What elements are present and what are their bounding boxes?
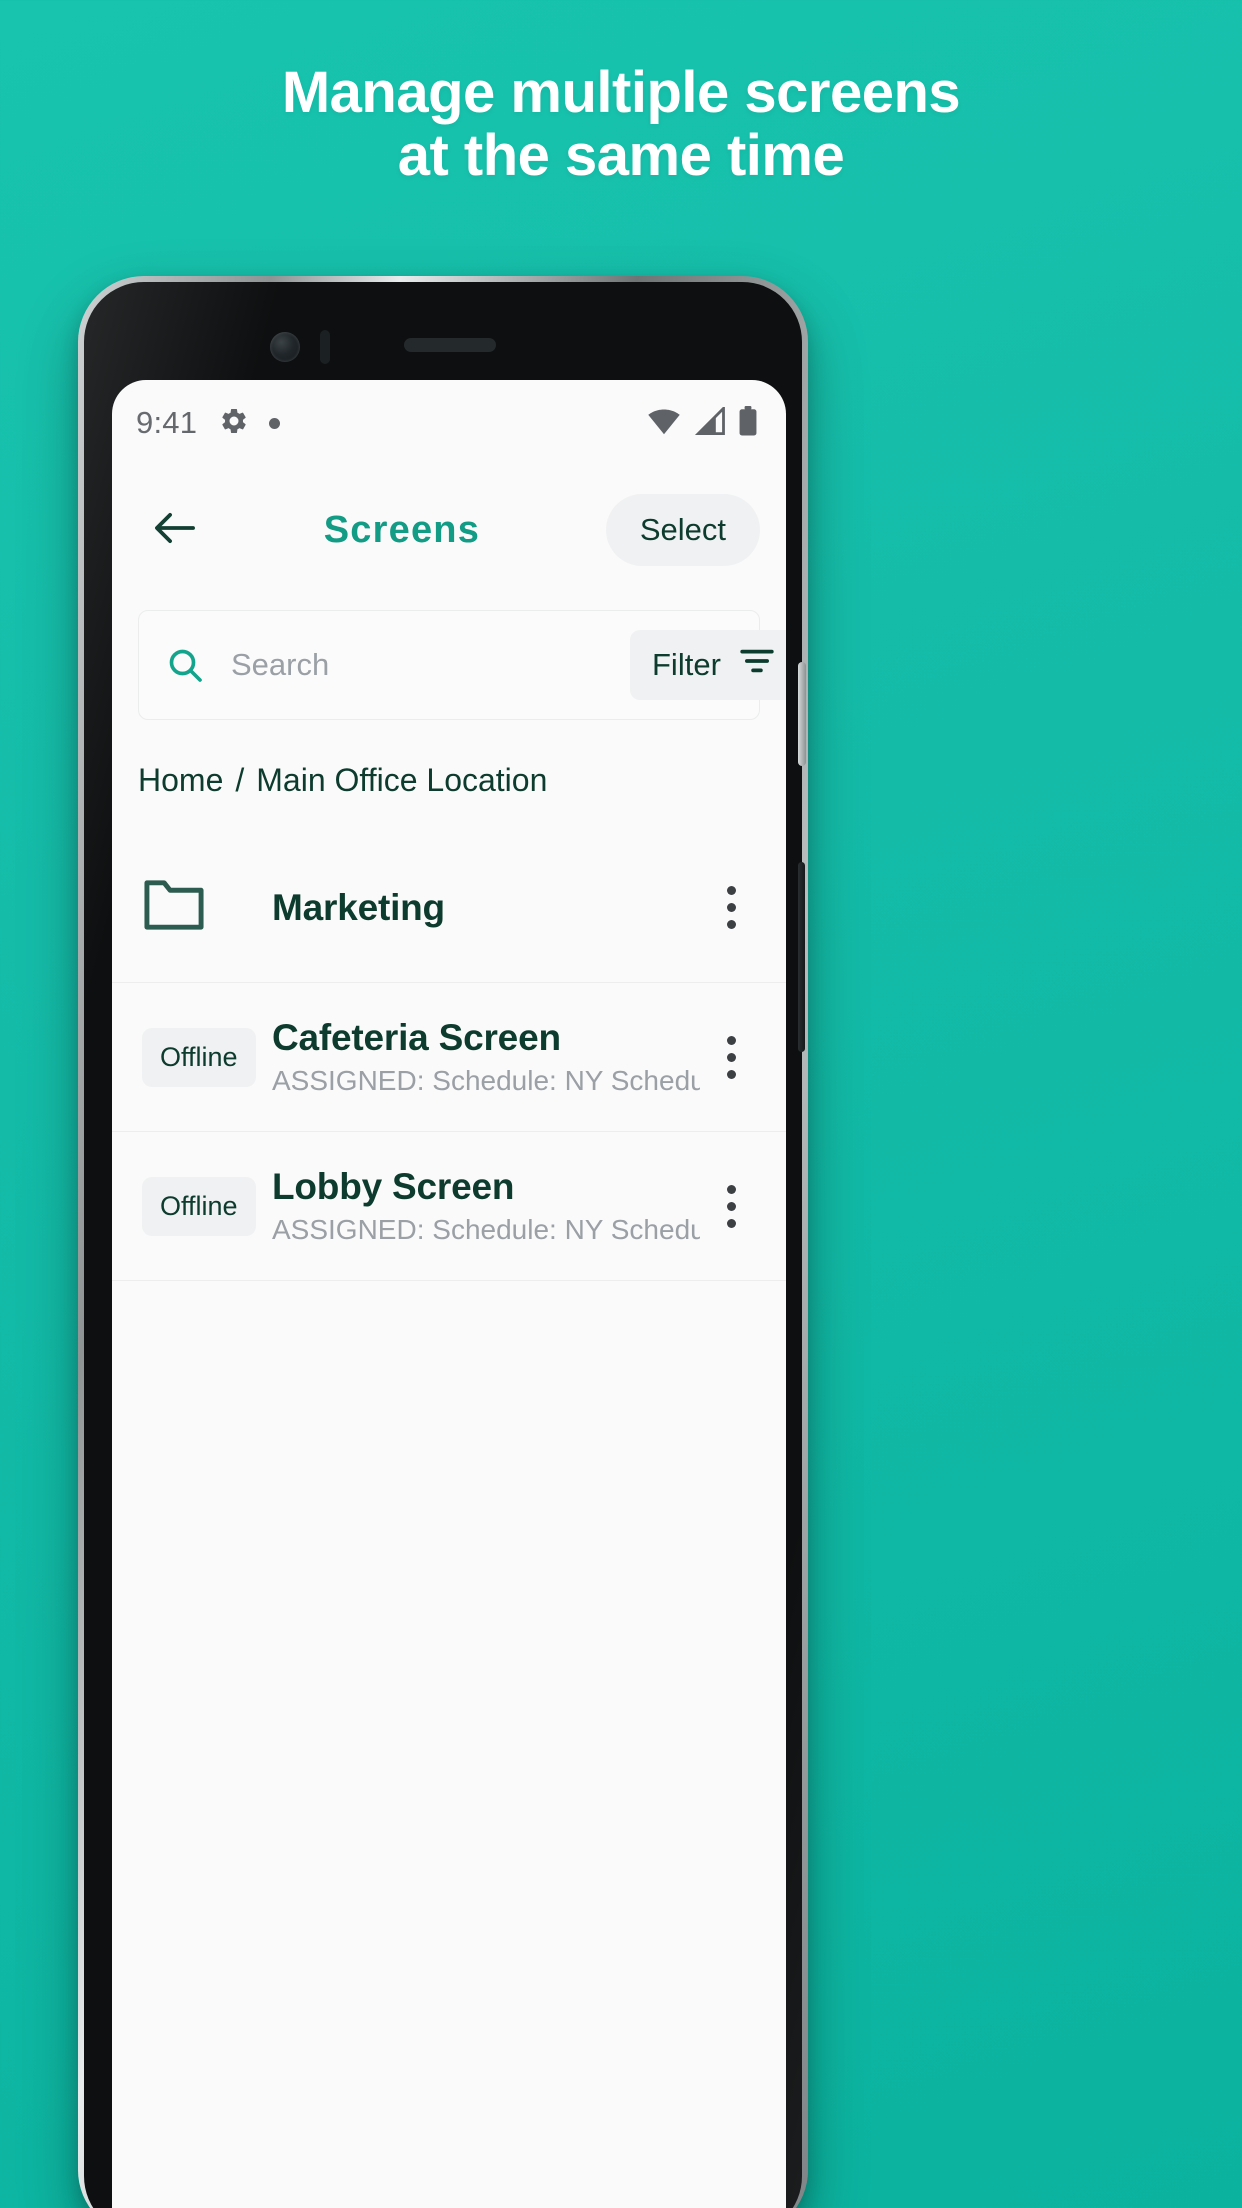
earpiece-speaker [404,338,496,352]
status-bar: 9:41 [112,380,786,466]
search-icon [165,645,205,685]
promo-headline-line-2: at the same time [397,122,845,188]
kebab-menu-icon[interactable] [700,886,762,929]
status-bar-clock: 9:41 [136,405,198,440]
wifi-icon [647,407,681,440]
breadcrumb-item-current[interactable]: Main Office Location [256,762,547,799]
list-item-screen-lobby[interactable]: Offline Lobby Screen ASSIGNED: Schedule:… [112,1132,786,1281]
breadcrumb-separator: / [235,762,245,798]
status-bar-system-icons [647,404,758,441]
arrow-left-icon [152,508,198,553]
kebab-menu-icon[interactable] [700,1184,762,1228]
list-item-leading: Offline [142,1027,268,1087]
proximity-sensor-icon [320,330,330,364]
phone-screen: 9:41 Screens Select Search Filter Home /… [112,380,786,2208]
phone-body: 9:41 Screens Select Search Filter Home /… [84,282,806,2208]
list-item-content: Cafeteria Screen ASSIGNED: Schedule: NY … [268,1017,700,1097]
list-item-content: Lobby Screen ASSIGNED: Schedule: NY Sche… [268,1166,700,1246]
page-title: Screens [323,508,481,551]
status-bar-notification-icons [219,406,281,441]
filter-button-label: Filter [652,647,721,682]
list-item-screen-cafeteria[interactable]: Offline Cafeteria Screen ASSIGNED: Sched… [112,983,786,1132]
folder-icon [142,877,206,938]
screens-list: Marketing Offline Cafeteria Screen ASSIG… [112,833,786,1281]
list-item-leading [142,877,268,938]
gear-icon [219,406,249,441]
power-button[interactable] [798,662,806,766]
dot-indicator-icon [269,417,281,429]
filter-lines-icon [739,647,775,683]
search-input[interactable] [231,647,630,683]
promo-headline-line-1: Manage multiple screens [281,60,961,125]
status-badge: Offline [142,1027,256,1087]
breadcrumb-item-home[interactable]: Home [138,762,223,799]
list-item-leading: Offline [142,1176,268,1236]
volume-button[interactable] [798,862,805,1052]
list-item-subtitle: ASSIGNED: Schedule: NY Schedulle [272,1065,700,1096]
list-item-content: Marketing [268,887,700,929]
select-button[interactable]: Select [605,494,760,566]
status-badge: Offline [142,1176,256,1236]
phone-mockup: 9:41 Screens Select Search Filter Home /… [78,276,808,2208]
list-item-title: Cafeteria Screen [272,1017,561,1058]
kebab-menu-icon[interactable] [700,1035,762,1079]
back-button[interactable] [146,501,204,559]
breadcrumb: Home / Main Office Location [112,720,786,833]
promo-headline: Manage multiple screens at the same time [0,60,1242,188]
front-camera-icon [270,332,300,362]
list-item-subtitle: ASSIGNED: Schedule: NY Schedulle [272,1214,700,1245]
battery-icon [738,405,758,441]
list-item-title: Marketing [272,886,445,928]
filter-button[interactable]: Filter [630,630,786,700]
cellular-signal-icon [694,404,725,440]
search-bar: Filter [138,610,786,720]
app-bar: Screens Select [112,466,786,594]
list-item-title: Lobby Screen [272,1166,515,1207]
list-item-folder[interactable]: Marketing [112,833,786,983]
